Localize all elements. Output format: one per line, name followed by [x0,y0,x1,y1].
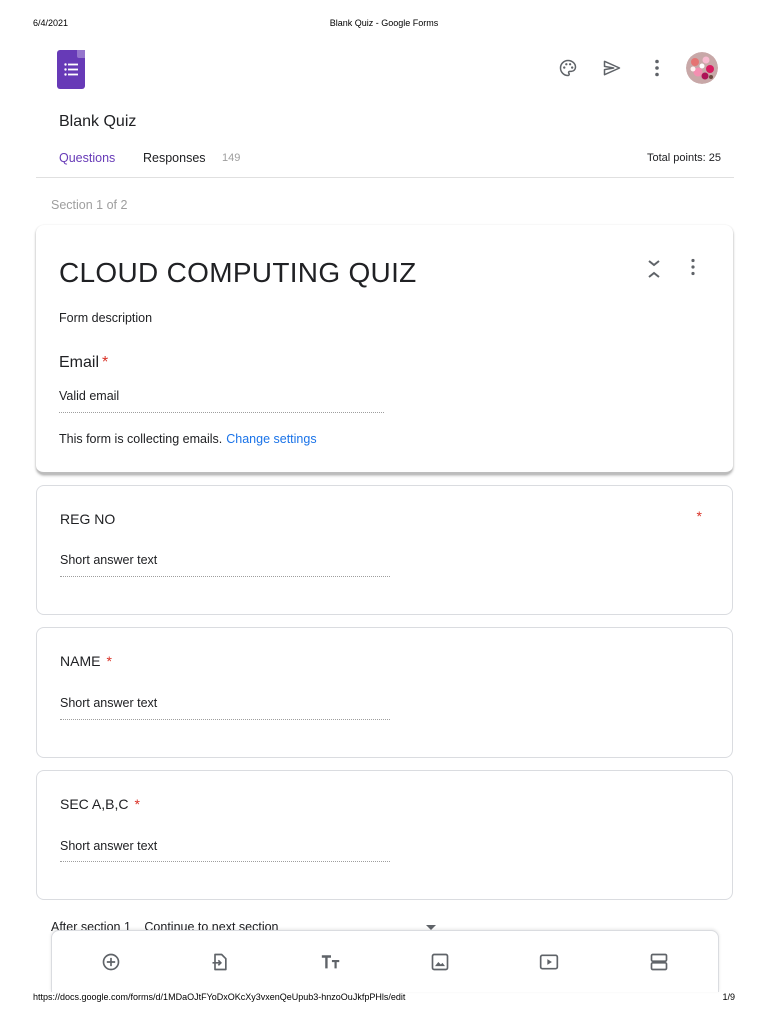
add-question-icon[interactable] [99,950,123,974]
collecting-text: This form is collecting emails. [59,432,223,446]
answer-placeholder: Short answer text [60,839,158,853]
send-icon[interactable] [600,56,624,80]
answer-placeholder: Short answer text [60,553,158,567]
forms-logo-icon[interactable] [57,50,85,89]
responses-count-badge: 149 [222,152,241,164]
change-settings-link[interactable]: Change settings [226,432,316,446]
print-url: https://docs.google.com/forms/d/1MDaOJtF… [33,992,406,1002]
add-title-icon[interactable] [319,950,343,974]
add-video-icon[interactable] [537,950,561,974]
answer-placeholder: Short answer text [60,696,158,710]
form-description[interactable]: Form description [59,311,152,325]
print-page-title: Blank Quiz - Google Forms [329,18,439,28]
app-bar [36,44,734,96]
required-asterisk: * [106,653,112,669]
question-title[interactable]: REG NO [60,511,115,527]
collapse-section-icon[interactable] [645,258,663,280]
print-header: 6/4/2021 Blank Quiz - Google Forms [0,18,768,32]
email-placeholder: Valid email [59,389,120,403]
tab-bar: Questions Responses 149 Total points: 25 [36,150,734,178]
add-section-icon[interactable] [647,950,671,974]
answer-underline [60,861,390,862]
email-underline [59,412,384,413]
question-toolbar [51,930,719,992]
answer-underline [60,719,390,720]
import-questions-icon[interactable] [208,950,232,974]
question-title: SEC A,B,C [60,796,129,812]
question-title-row[interactable]: SEC A,B,C * [60,796,140,812]
print-page-number: 1/9 [722,992,735,1002]
question-card-name[interactable]: NAME * Short answer text [36,627,733,758]
section-more-icon[interactable] [690,258,706,278]
form-name[interactable]: Blank Quiz [59,113,136,131]
email-question-label: Email * [59,354,108,372]
tab-responses[interactable]: Responses [143,151,206,165]
add-image-icon[interactable] [428,950,452,974]
print-footer: https://docs.google.com/forms/d/1MDaOJtF… [0,992,768,1006]
answer-underline [60,576,390,577]
question-title-row[interactable]: NAME * [60,653,112,669]
required-asterisk: * [134,796,140,812]
form-header-card[interactable]: CLOUD COMPUTING QUIZ Form description Em… [36,225,733,474]
section-label: Section 1 of 2 [51,198,128,212]
question-card-reg-no[interactable]: REG NO * Short answer text [36,485,733,615]
question-card-sec[interactable]: SEC A,B,C * Short answer text [36,770,733,900]
avatar[interactable] [686,52,718,84]
total-points: Total points: 25 [647,152,721,164]
email-label-text: Email [59,354,100,371]
palette-icon[interactable] [556,56,580,80]
more-vert-icon[interactable] [645,56,669,80]
question-title: NAME [60,653,101,669]
required-asterisk: * [102,354,109,371]
tab-questions[interactable]: Questions [59,151,115,165]
collecting-emails-notice: This form is collecting emails. Change se… [59,432,317,446]
quiz-title[interactable]: CLOUD COMPUTING QUIZ [59,257,417,289]
required-asterisk: * [696,508,702,524]
